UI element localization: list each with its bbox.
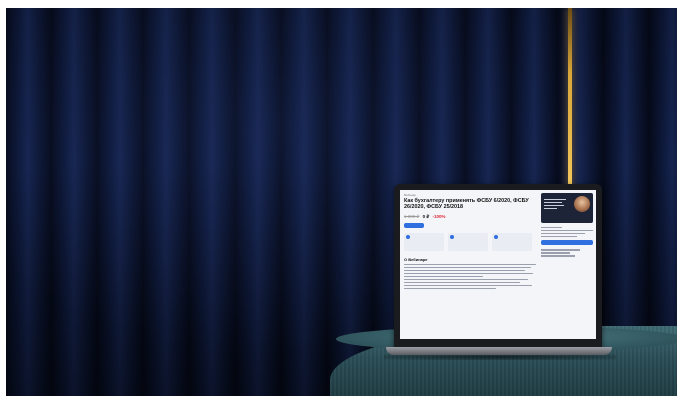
feature-card [404,232,444,251]
feature-cards [404,232,536,251]
contact-block [541,249,593,257]
clock-icon [450,234,454,239]
about-text [404,263,536,290]
webinar-main: Вебинар Как бухгалтеру применять ФСБУ 6/… [404,193,536,291]
webinar-sidebar [541,193,593,258]
webinar-title: Как бухгалтеру применять ФСБУ 6/2020, ФС… [404,198,529,211]
webinar-tag: Вебинар [404,193,417,197]
photo: Вебинар Как бухгалтеру применять ФСБУ 6/… [6,8,677,396]
laptop-screen: Вебинар Как бухгалтеру применять ФСБУ 6/… [400,190,596,339]
discount-badge: -100% [432,213,446,219]
calendar-icon [406,234,410,239]
sidebar-register-button[interactable] [541,240,593,246]
old-price: 1 000 ₽ [404,213,420,219]
register-button[interactable] [404,222,424,228]
new-price: 0 ₽ [422,213,430,219]
laptop-base [386,347,612,355]
sidebar-text [541,227,593,238]
speaker-card [541,193,593,223]
laptop: Вебинар Как бухгалтеру применять ФСБУ 6/… [394,184,602,349]
price-row: 1 000 ₽ 0 ₽ -100% [404,214,536,220]
speaker-avatar [574,196,590,212]
about-heading: О Вебинаре [404,256,428,262]
certificate-icon [494,234,498,239]
feature-card [448,232,488,251]
feature-card [492,232,532,251]
